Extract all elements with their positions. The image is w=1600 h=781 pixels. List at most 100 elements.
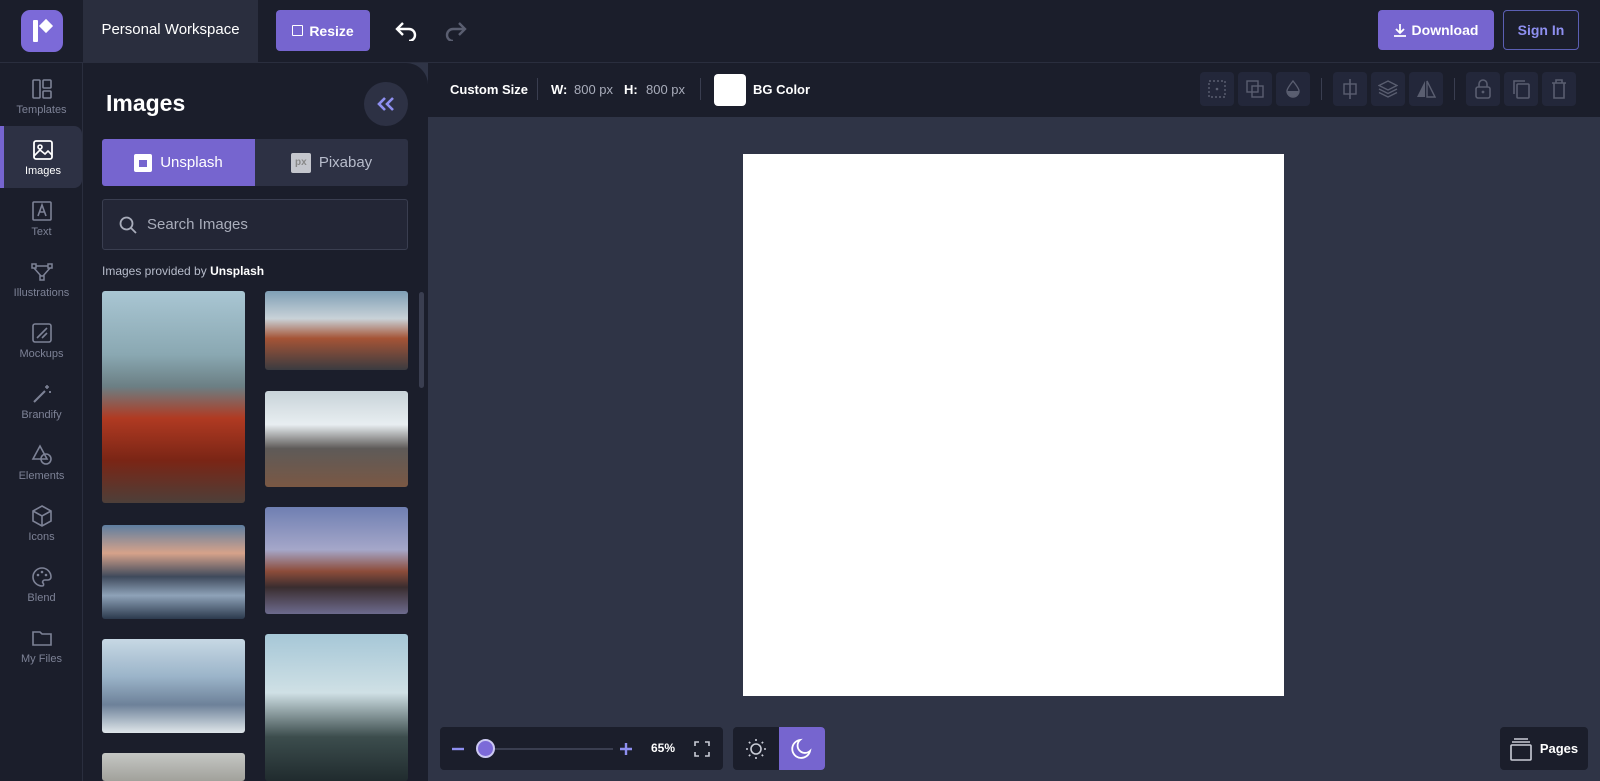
copy-button[interactable]: [1504, 72, 1538, 106]
zoom-controls: 65%: [440, 727, 723, 770]
workspace-name[interactable]: Personal Workspace: [83, 0, 258, 63]
download-label: Download: [1411, 22, 1479, 38]
width-value[interactable]: 800 px: [574, 82, 613, 97]
zoom-level: 65%: [651, 741, 676, 755]
redo-icon: [445, 22, 467, 41]
pages-label: Pages: [1539, 741, 1579, 756]
sidebar-item-icons[interactable]: Icons: [0, 492, 83, 554]
image-thumbnail[interactable]: [265, 634, 408, 781]
search-box: [102, 199, 408, 250]
pages-button[interactable]: Pages: [1500, 727, 1588, 770]
top-bar: Personal Workspace Resize Download Sign …: [0, 0, 1600, 63]
sidebar-item-illustrations[interactable]: Illustrations: [0, 248, 83, 310]
collapse-panel-button[interactable]: [364, 82, 408, 126]
sidebar-item-elements[interactable]: Elements: [0, 431, 83, 493]
image-thumbnail[interactable]: [102, 291, 245, 503]
tab-unsplash[interactable]: Unsplash: [102, 139, 255, 186]
dark-mode-button[interactable]: [779, 727, 825, 770]
sidebar-item-label: Elements: [18, 469, 65, 482]
zoom-slider-handle[interactable]: [476, 739, 495, 758]
align-button[interactable]: [1333, 72, 1367, 106]
bg-color-swatch[interactable]: [714, 74, 746, 106]
width-label: W:: [551, 82, 568, 97]
size-preset[interactable]: Custom Size: [450, 82, 528, 97]
sidebar-item-label: Templates: [16, 103, 67, 116]
sidebar-item-label: Icons: [28, 530, 55, 543]
divider: [537, 78, 538, 100]
resize-button[interactable]: Resize: [276, 10, 370, 51]
cube-icon: [31, 504, 52, 527]
sidebar-item-label: Text: [31, 225, 52, 238]
duplicate-frame-button[interactable]: [1238, 72, 1272, 106]
divider: [700, 78, 701, 100]
properties-bar: Custom Size W: 800 px H: 800 px BG Color: [428, 63, 1600, 117]
image-thumbnail[interactable]: [102, 753, 245, 781]
sidebar-item-my-files[interactable]: My Files: [0, 614, 83, 676]
sun-icon: [746, 738, 766, 759]
image-thumbnail[interactable]: [265, 507, 408, 614]
delete-button[interactable]: [1542, 72, 1576, 106]
moon-icon: [791, 738, 812, 759]
image-thumbnail[interactable]: [265, 291, 408, 370]
double-chevron-left-icon: [377, 97, 394, 111]
image-thumbnail[interactable]: [102, 525, 245, 619]
palette-icon: [31, 566, 52, 587]
search-icon: [119, 216, 137, 234]
redo-button[interactable]: [443, 18, 469, 44]
attribution-source[interactable]: Unsplash: [210, 264, 264, 278]
app-logo[interactable]: [21, 10, 63, 52]
fullscreen-icon: [694, 741, 710, 757]
copy-icon: [1513, 80, 1530, 99]
flip-icon: [1417, 80, 1436, 98]
lock-icon: [1475, 79, 1491, 99]
panel-title: Images: [106, 90, 186, 116]
height-value[interactable]: 800 px: [646, 82, 685, 97]
sidebar-item-templates[interactable]: Templates: [0, 65, 83, 127]
folder-icon: [31, 630, 52, 646]
align-center-icon: [1343, 79, 1357, 99]
download-icon: [1393, 23, 1406, 37]
layers-button[interactable]: [1371, 72, 1405, 106]
flip-button[interactable]: [1409, 72, 1443, 106]
unsplash-icon: [134, 153, 153, 172]
grid-tool-button[interactable]: [1200, 72, 1234, 106]
light-mode-button[interactable]: [733, 727, 779, 770]
panel-scrollbar[interactable]: [419, 292, 424, 388]
divider: [1321, 78, 1322, 100]
tab-pixabay-label: Pixabay: [318, 154, 373, 171]
trash-icon: [1552, 79, 1566, 99]
zoom-slider-track[interactable]: [485, 748, 613, 750]
sidebar-item-text[interactable]: Text: [0, 187, 83, 249]
sidebar-item-mockups[interactable]: Mockups: [0, 309, 83, 371]
divider: [1454, 78, 1455, 100]
image-icon: [33, 139, 53, 160]
sidebar-item-blend[interactable]: Blend: [0, 553, 83, 615]
sidebar-item-brandify[interactable]: Brandify: [0, 370, 83, 432]
grid-icon: [1208, 80, 1226, 98]
pixabay-icon: px: [290, 152, 311, 173]
images-panel: Images Unsplash px Pixabay Images provid…: [83, 63, 428, 781]
vector-icon: [30, 262, 53, 281]
opacity-button[interactable]: [1276, 72, 1310, 106]
resize-icon: [292, 25, 304, 36]
sidebar-item-images[interactable]: Images: [0, 126, 82, 188]
magic-wand-icon: [32, 384, 51, 403]
sidebar-item-label: Images: [24, 164, 62, 177]
search-input[interactable]: [147, 216, 387, 233]
tab-unsplash-label: Unsplash: [160, 154, 223, 171]
image-thumbnail[interactable]: [102, 639, 245, 733]
height-label: H:: [624, 82, 638, 97]
sidebar-item-label: Brandify: [21, 408, 62, 421]
droplet-icon: [1286, 80, 1300, 98]
theme-toggle: [733, 727, 825, 770]
download-button[interactable]: Download: [1378, 10, 1494, 50]
signin-button[interactable]: Sign In: [1503, 10, 1579, 50]
sidebar-item-label: Illustrations: [13, 286, 70, 299]
tab-pixabay[interactable]: px Pixabay: [255, 139, 408, 186]
image-thumbnail[interactable]: [265, 391, 408, 487]
lock-button[interactable]: [1466, 72, 1500, 106]
mockup-icon: [31, 322, 52, 343]
undo-button[interactable]: [393, 18, 419, 44]
undo-icon: [395, 22, 417, 41]
design-canvas[interactable]: [743, 154, 1284, 696]
